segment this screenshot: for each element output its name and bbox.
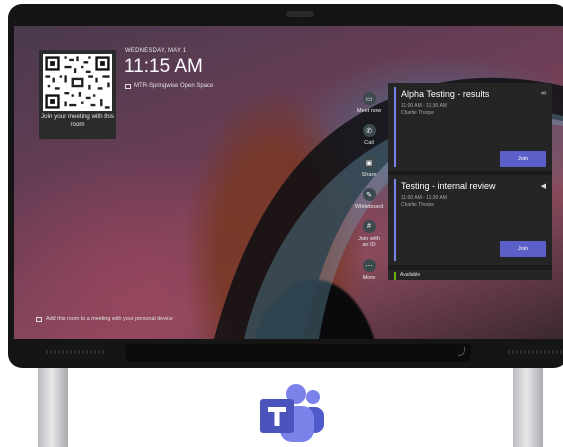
available-status-bar xyxy=(394,272,396,280)
whiteboard-button[interactable]: ✎ Whiteboard xyxy=(350,188,388,210)
room-name: MTR-Springwise Open Space xyxy=(125,83,213,89)
teams-logo xyxy=(260,384,324,442)
availability-row: Available xyxy=(388,270,552,280)
whiteboard-icon: ✎ xyxy=(362,188,376,201)
meeting-card[interactable]: Testing - internal review 11:00 AM - 11:… xyxy=(388,175,552,265)
meet-now-button[interactable]: ▭ Meet now xyxy=(356,92,382,114)
date-label: WEDNESDAY, MAY 1 xyxy=(125,48,187,54)
meeting-accent-bar xyxy=(394,87,396,167)
meeting-organizer: Charlie Thorpe xyxy=(401,110,434,116)
meeting-title: Alpha Testing - results xyxy=(401,89,490,99)
join-with-id-button[interactable]: # Join with an ID xyxy=(356,220,382,248)
meeting-card[interactable]: Alpha Testing - results 11:00 AM - 11:30… xyxy=(388,83,552,171)
join-with-id-label: Join with an ID xyxy=(358,236,380,248)
speaker-grille-left xyxy=(46,350,106,354)
glasses-icon: ∞ xyxy=(541,90,546,97)
stand-leg-right xyxy=(513,360,543,447)
availability-label: Available xyxy=(400,272,421,278)
speaker-icon: ◀ xyxy=(540,183,546,190)
stand-leg-left xyxy=(38,360,68,447)
time-label: 11:15 AM xyxy=(124,56,203,77)
share-label: Share xyxy=(361,172,377,178)
video-icon: ▭ xyxy=(362,92,376,105)
meeting-time: 11:00 AM - 11:30 AM xyxy=(401,195,447,201)
qr-join-tile[interactable]: Join your meeting with this room xyxy=(39,50,116,139)
qr-code xyxy=(43,54,112,111)
whiteboard-label: Whiteboard xyxy=(354,204,384,210)
camera-bar xyxy=(286,11,314,17)
more-label: More xyxy=(362,275,376,281)
home-screen: Join your meeting with this room WEDNESD… xyxy=(14,26,563,339)
more-button[interactable]: ⋯ More xyxy=(356,259,382,281)
hash-icon: # xyxy=(362,220,376,233)
join-button[interactable]: Join xyxy=(500,151,546,167)
room-icon xyxy=(125,83,131,89)
footer-tip-label: Add this room to a meeting with your per… xyxy=(46,316,173,322)
room-name-label: MTR-Springwise Open Space xyxy=(134,83,214,89)
meetings-panel: Alpha Testing - results 11:00 AM - 11:30… xyxy=(388,83,552,280)
qr-caption: Join your meeting with this room xyxy=(41,113,114,128)
meeting-organizer: Charlie Thorpe xyxy=(401,202,434,208)
device-icon xyxy=(36,316,42,322)
speaker-grille-right xyxy=(508,350,563,354)
share-screen-icon: ▣ xyxy=(362,156,376,169)
meeting-title: Testing - internal review xyxy=(401,181,496,191)
join-button[interactable]: Join xyxy=(500,241,546,257)
call-button[interactable]: ✆ Call xyxy=(356,124,382,146)
call-label: Call xyxy=(364,140,374,146)
meeting-accent-bar xyxy=(394,179,396,261)
share-button[interactable]: ▣ Share xyxy=(356,156,382,178)
meeting-time: 11:00 AM - 11:30 AM xyxy=(401,103,447,109)
footer-tip: Add this room to a meeting with your per… xyxy=(36,316,173,322)
meet-now-label: Meet now xyxy=(356,108,382,114)
phone-icon: ✆ xyxy=(362,124,376,137)
more-icon: ⋯ xyxy=(362,259,376,272)
speaker-bar xyxy=(126,344,471,362)
